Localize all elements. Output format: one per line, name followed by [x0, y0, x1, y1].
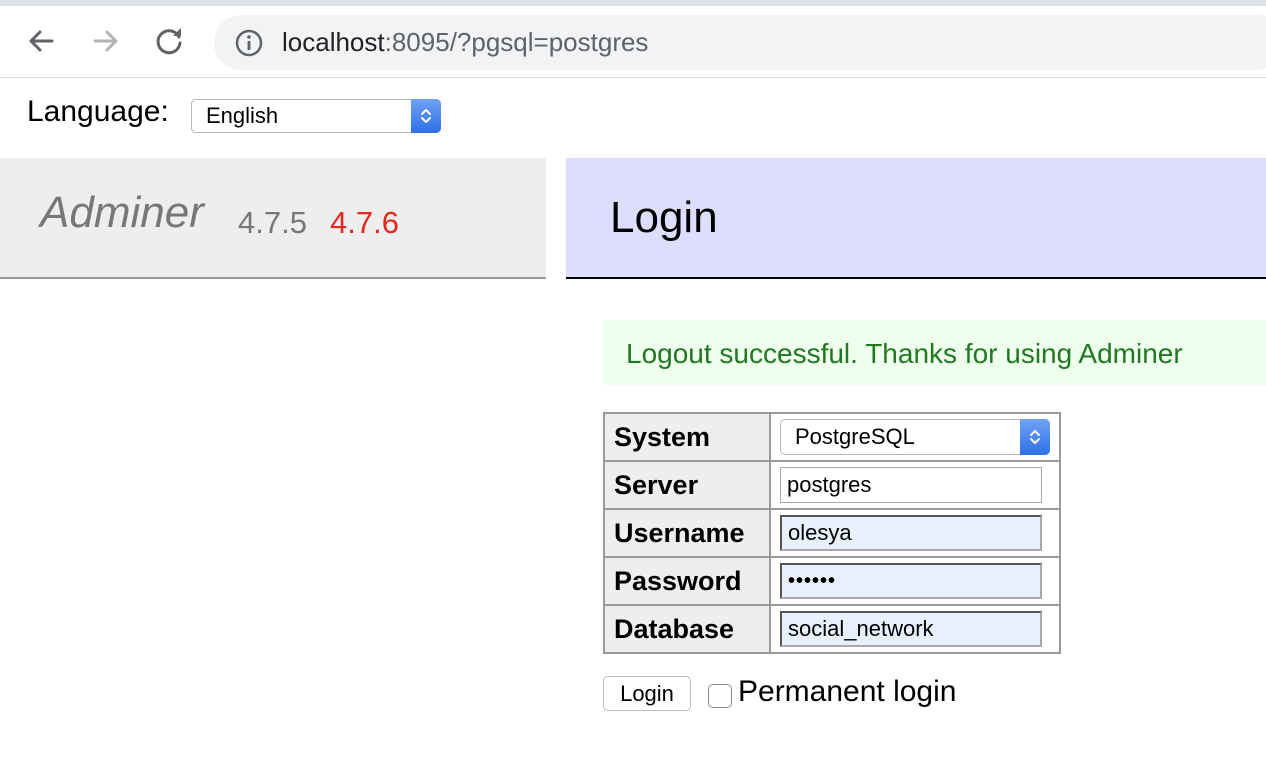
server-cell: postgres — [769, 460, 1061, 510]
server-label: Server — [603, 460, 771, 510]
select-arrows-icon — [1020, 419, 1050, 455]
username-row: Username olesya — [603, 508, 1061, 558]
version-current: 4.7.5 — [238, 205, 307, 240]
permanent-login-checkbox[interactable] — [708, 684, 732, 708]
database-label: Database — [603, 604, 771, 654]
arrow-right-icon — [93, 30, 118, 52]
system-select[interactable]: PostgreSQL — [780, 419, 1050, 455]
database-cell: social_network — [769, 604, 1061, 654]
login-form-table: System PostgreSQL Server postgres Userna… — [603, 412, 1061, 654]
url-host: localhost — [282, 27, 385, 57]
reload-button[interactable] — [152, 23, 188, 59]
username-input[interactable]: olesya — [780, 515, 1042, 551]
url-path: :8095/?pgsql=postgres — [384, 27, 649, 57]
language-label: Language: — [27, 95, 169, 128]
arrow-left-icon — [29, 30, 54, 52]
system-row: System PostgreSQL — [603, 412, 1061, 462]
language-selected-value: English — [206, 103, 279, 128]
browser-toolbar: localhost:8095/?pgsql=postgres — [0, 6, 1266, 78]
server-input[interactable]: postgres — [780, 467, 1042, 503]
system-label: System — [603, 412, 771, 462]
address-bar[interactable]: localhost:8095/?pgsql=postgres — [214, 15, 1266, 70]
back-button[interactable] — [23, 23, 59, 59]
permanent-login-label[interactable]: Permanent login — [738, 675, 956, 709]
select-arrows-icon — [411, 99, 441, 133]
info-circle-icon[interactable] — [234, 28, 264, 58]
version-new-link[interactable]: 4.7.6 — [330, 205, 399, 241]
system-selected-value: PostgreSQL — [795, 424, 915, 449]
logout-message: Logout successful. Thanks for using Admi… — [603, 320, 1266, 385]
page-title: Login — [610, 193, 718, 242]
app-name-link[interactable]: Adminer — [40, 188, 204, 238]
forward-button[interactable] — [88, 23, 124, 59]
url-text[interactable]: localhost:8095/?pgsql=postgres — [282, 27, 648, 58]
password-row: Password •••••• — [603, 556, 1061, 606]
username-label: Username — [603, 508, 771, 558]
database-row: Database social_network — [603, 604, 1061, 654]
login-submit-button[interactable]: Login — [603, 676, 691, 711]
database-input[interactable]: social_network — [780, 611, 1042, 647]
server-row: Server postgres — [603, 460, 1061, 510]
password-input[interactable]: •••••• — [780, 563, 1042, 599]
username-cell: olesya — [769, 508, 1061, 558]
system-cell: PostgreSQL — [769, 412, 1061, 462]
password-cell: •••••• — [769, 556, 1061, 606]
password-label: Password — [603, 556, 771, 606]
reload-icon — [156, 28, 182, 55]
language-select[interactable]: English — [191, 99, 441, 133]
